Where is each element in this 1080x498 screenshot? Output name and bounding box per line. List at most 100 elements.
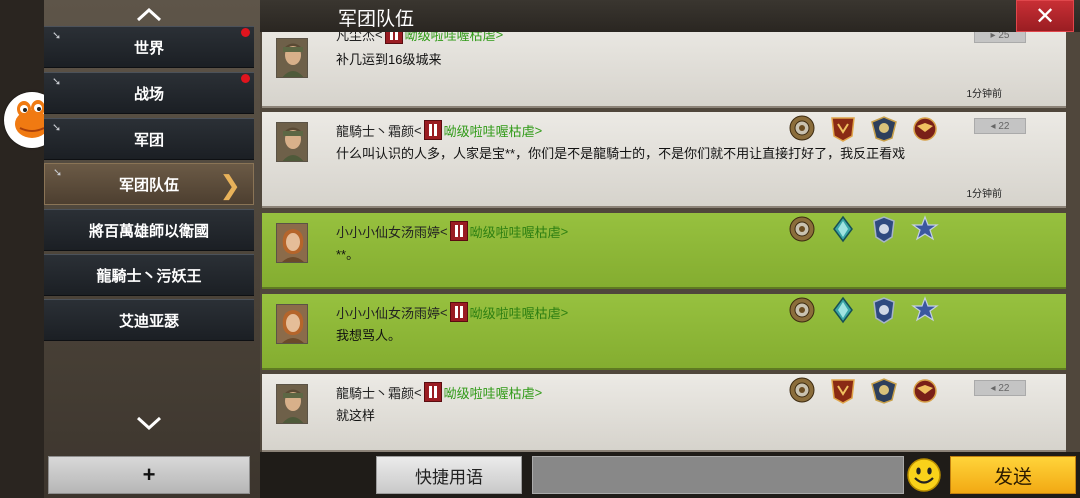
guild-bracket: > (534, 384, 543, 400)
wing-badge-icon[interactable] (870, 376, 898, 409)
chevron-right-icon: ❯ (219, 170, 241, 200)
message-text: **。 (336, 247, 360, 262)
red-crest-badge-icon[interactable] (829, 376, 857, 409)
gear-medal-icon[interactable] (788, 215, 816, 248)
chevron-up-icon (136, 8, 162, 22)
rank-badge-icon (423, 382, 442, 402)
sidebar-item[interactable]: ➘ 战场 (44, 72, 254, 114)
rank-badge-icon (449, 221, 468, 241)
chevron-down-icon (136, 416, 162, 430)
chat-input-bar: 快捷用语 发送 (260, 452, 1080, 498)
message-text: 我想骂人。 (336, 328, 402, 343)
eagle-badge-icon[interactable] (911, 376, 939, 409)
scroll-down-button[interactable] (44, 408, 254, 438)
sidebar-item[interactable]: 將百萬雄師以衛國 (44, 209, 254, 251)
smiley-face-icon (907, 458, 941, 492)
quick-phrases-button[interactable]: 快捷用语 (376, 456, 522, 494)
sender-line: 龍騎士丶霜颜 < 呦级啦哇喔枯虐 > (336, 120, 542, 140)
red-crest-badge-icon[interactable] (829, 114, 857, 147)
sidebar-item-label: 军团 (133, 131, 164, 149)
shield-badge-icon[interactable] (870, 296, 898, 329)
rank-badge-icon (384, 32, 403, 44)
sidebar-item-label: 艾迪亚瑟 (118, 312, 179, 330)
gear-medal-icon[interactable] (788, 376, 816, 409)
gear-medal-icon[interactable] (788, 114, 816, 147)
sender-line: 凡尘杰 < 呦级啦哇喔枯虐 > (336, 32, 503, 44)
guild-name: 呦级啦哇喔枯虐 (443, 123, 535, 139)
sidebar-item[interactable]: ➘ 军团 (44, 118, 254, 160)
sender-name[interactable]: 龍騎士丶霜颜 (336, 121, 414, 140)
sender-name[interactable]: 小小小仙女汤雨婷 (336, 303, 440, 322)
sender-name[interactable]: 小小小仙女汤雨婷 (336, 222, 440, 241)
star-badge-icon[interactable] (911, 215, 939, 248)
wing-badge-icon[interactable] (870, 114, 898, 147)
level-chip: ▸ 25 (974, 32, 1026, 43)
sender-line: 小小小仙女汤雨婷 < 呦级啦哇喔枯虐 > (336, 221, 568, 241)
shield-badge-icon[interactable] (870, 215, 898, 248)
pin-icon: ➘ (52, 122, 62, 134)
eagle-badge-icon[interactable] (911, 114, 939, 147)
player-avatar[interactable] (276, 384, 308, 424)
chat-message[interactable]: 小小小仙女汤雨婷 < 呦级啦哇喔枯虐 > **。 (262, 213, 1066, 289)
achievement-badges (788, 215, 939, 248)
achievement-badges (788, 296, 939, 329)
chat-message[interactable]: 龍騎士丶霜颜 < 呦级啦哇喔枯虐 > 什么叫认识的人多，人家是宝**，你们是不是龍騎士的… (262, 112, 1066, 208)
chat-message-list[interactable]: 凡尘杰 < 呦级啦哇喔枯虐 > 补几运到16级城来 ▸ 25 1分钟前 龍騎士丶霜颜 < 呦级啦哇… (260, 32, 1080, 452)
guild-bracket: > (495, 32, 504, 42)
achievement-badges (788, 376, 939, 409)
sidebar-item-label: 將百萬雄師以衛國 (88, 222, 209, 240)
player-avatar[interactable] (276, 304, 308, 344)
sidebar-item-label: 龍騎士丶污妖王 (96, 267, 202, 285)
sender-separator: < (440, 223, 448, 239)
rank-badge-icon (449, 302, 468, 322)
notification-dot (241, 28, 250, 37)
send-button[interactable]: 发送 (950, 456, 1076, 494)
sidebar-item-label: 战场 (133, 85, 164, 103)
sender-separator: < (440, 304, 448, 320)
gear-medal-icon[interactable] (788, 296, 816, 329)
sidebar-item[interactable]: ➘ 世界 (44, 26, 254, 68)
sidebar-item[interactable]: ➘ 军团队伍 ❯ (44, 163, 254, 205)
emoji-button[interactable] (906, 457, 942, 493)
sidebar-item-label: 世界 (133, 39, 164, 57)
message-timestamp: 1分钟前 (966, 189, 1002, 200)
channel-sidebar: ➘ 世界 ➘ 战场 ➘ 军团 ➘ 军团队伍 ❯ 將百萬雄師以衛國 龍騎士丶污妖王 艾迪亚瑟 (44, 0, 260, 498)
chat-message[interactable]: 凡尘杰 < 呦级啦哇喔枯虐 > 补几运到16级城来 ▸ 25 1分钟前 (262, 32, 1066, 108)
level-chip: ◂ 22 (974, 380, 1026, 396)
message-timestamp: 1分钟前 (966, 89, 1002, 100)
add-channel-button[interactable]: + (48, 456, 250, 494)
diamond-badge-icon[interactable] (829, 296, 857, 329)
close-button[interactable]: ✕ (1016, 0, 1074, 32)
player-avatar[interactable] (276, 122, 308, 162)
message-input[interactable] (532, 456, 904, 494)
message-text: 什么叫认识的人多，人家是宝**，你们是不是龍騎士的，不是你们就不用让直接打好了，… (336, 146, 906, 161)
sender-separator: < (414, 384, 422, 400)
player-avatar[interactable] (276, 38, 308, 78)
diamond-badge-icon[interactable] (829, 215, 857, 248)
sidebar-item[interactable]: 艾迪亚瑟 (44, 299, 254, 341)
guild-name: 呦级啦哇喔枯虐 (443, 385, 535, 401)
guild-bracket: > (560, 223, 569, 239)
sender-name[interactable]: 凡尘杰 (336, 32, 375, 44)
player-avatar[interactable] (276, 223, 308, 263)
rank-badge-icon (423, 120, 442, 140)
pin-icon: ➘ (52, 76, 62, 88)
sidebar-item[interactable]: 龍騎士丶污妖王 (44, 254, 254, 296)
header-bar: 军团队伍 ✕ (260, 0, 1080, 32)
sender-separator: < (414, 122, 422, 138)
sender-separator: < (375, 32, 383, 42)
guild-bracket: > (534, 122, 543, 138)
achievement-badges (788, 114, 939, 147)
chat-message[interactable]: 小小小仙女汤雨婷 < 呦级啦哇喔枯虐 > 我想骂人。 (262, 294, 1066, 370)
notification-dot (241, 74, 250, 83)
message-text: 补几运到16级城来 (336, 52, 442, 67)
star-badge-icon[interactable] (911, 296, 939, 329)
level-chip: ◂ 22 (974, 118, 1026, 134)
guild-bracket: > (560, 304, 569, 320)
guild-name: 呦级啦哇喔枯虐 (404, 32, 496, 43)
guild-name: 呦级啦哇喔枯虐 (469, 305, 561, 321)
pin-icon: ➘ (53, 167, 63, 179)
sender-name[interactable]: 龍騎士丶霜颜 (336, 383, 414, 402)
chat-message[interactable]: 龍騎士丶霜颜 < 呦级啦哇喔枯虐 > 就这样 ◂ 22 (262, 374, 1066, 452)
pin-icon: ➘ (52, 30, 62, 42)
